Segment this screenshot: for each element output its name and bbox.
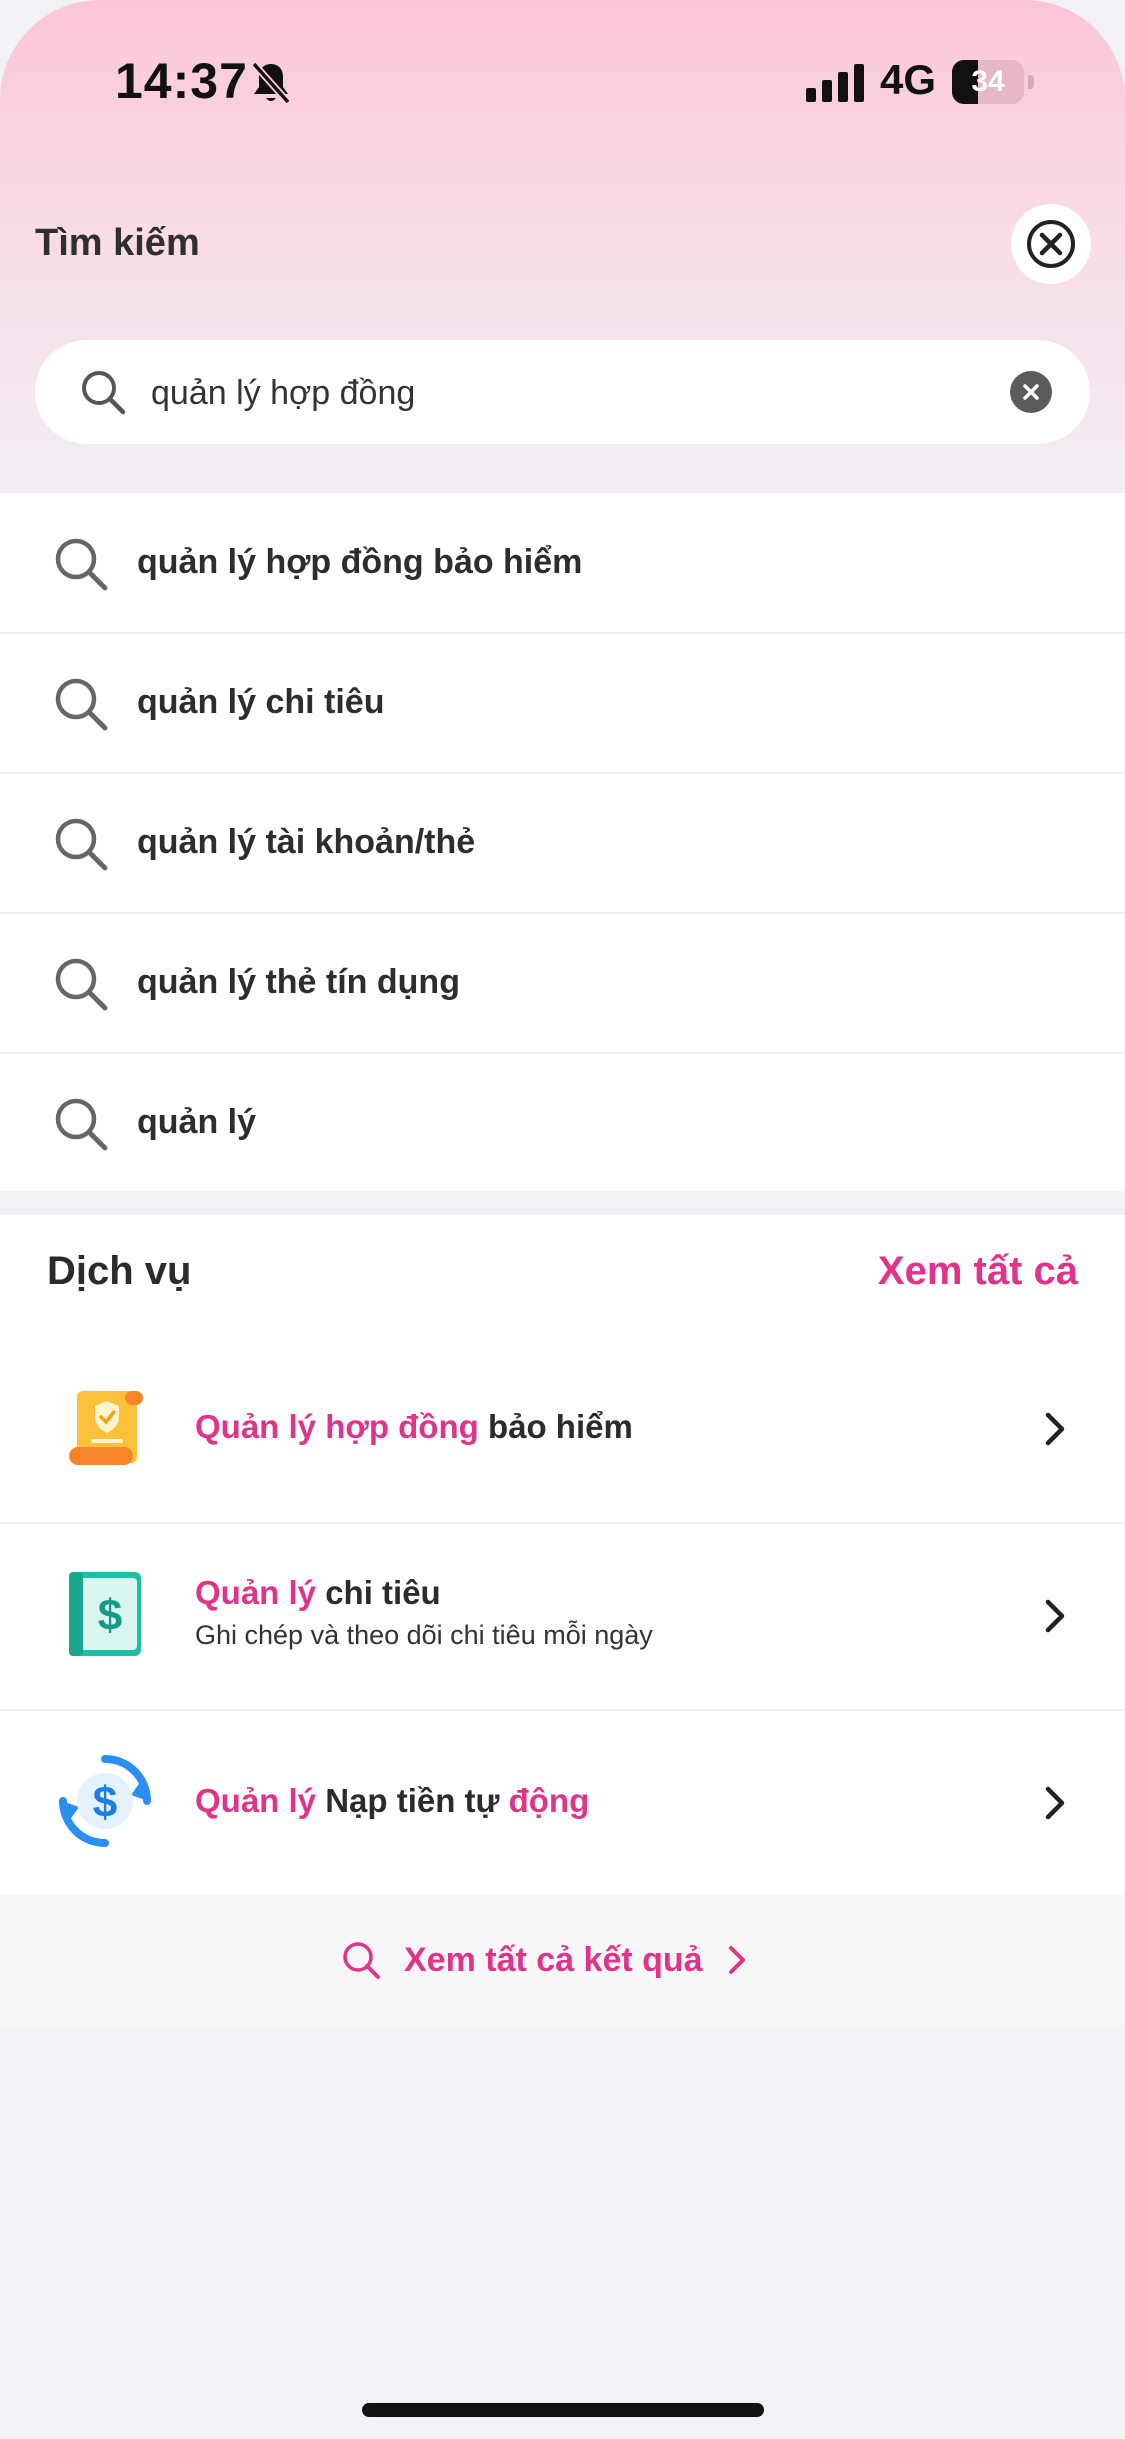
screen: 14:37 4G 34 Tìm kiếm quản lý hợp đồng qu… (0, 0, 1125, 2439)
close-circle-icon (1027, 220, 1075, 268)
service-title-highlight-2: động (508, 1782, 590, 1819)
search-icon (55, 1098, 108, 1151)
service-item-auto-topup[interactable]: $ Quản lý Nạp tiền tự động (0, 1711, 1125, 1896)
svg-text:$: $ (98, 1591, 122, 1640)
search-icon (55, 538, 108, 591)
page-title: Tìm kiếm (35, 222, 200, 264)
chevron-right-icon (728, 1946, 745, 1974)
see-all-results-button[interactable]: Xem tất cả kết quả (340, 1935, 749, 1985)
service-title-rest: chi tiêu (316, 1574, 441, 1611)
service-title: Quản lý hợp đồng bảo hiểm (195, 1408, 633, 1446)
insurance-scroll-icon (69, 1391, 143, 1465)
service-title-rest: bảo hiểm (478, 1408, 633, 1445)
suggestion-label: quản lý tài khoản/thẻ (137, 823, 476, 861)
search-icon (55, 818, 108, 871)
service-title-highlight: Quản lý hợp đồng (195, 1408, 479, 1445)
expense-book-icon: $ (69, 1572, 141, 1656)
network-type: 4G (880, 56, 937, 103)
services-section: Dịch vụ Xem tất cả Quản lý hợp đồng bảo … (0, 1215, 1125, 1895)
chevron-right-icon (1045, 1786, 1065, 1820)
auto-topup-icon: $ (59, 1755, 151, 1847)
suggestion-label: quản lý hợp đồng bảo hiểm (137, 543, 583, 581)
signal-icon (806, 64, 864, 102)
service-title-rest: Nạp tiền tự (316, 1782, 509, 1819)
suggestion-label: quản lý chi tiêu (137, 683, 385, 721)
clear-icon (1023, 384, 1039, 400)
suggestion-label: quản lý thẻ tín dụng (137, 963, 460, 1001)
search-input[interactable] (149, 362, 1013, 424)
search-icon (82, 371, 126, 415)
service-item-expense[interactable]: $ Quản lý chi tiêu Ghi chép và theo dõi … (0, 1524, 1125, 1711)
service-item-insurance[interactable]: Quản lý hợp đồng bảo hiểm (0, 1337, 1125, 1524)
search-icon (55, 958, 108, 1011)
status-time: 14:37 (115, 53, 248, 109)
chevron-right-icon (1045, 1412, 1065, 1446)
svg-text:$: $ (93, 1778, 117, 1827)
see-all-results-label: Xem tất cả kết quả (404, 1940, 703, 1979)
close-button[interactable] (1011, 204, 1091, 284)
battery-icon: 34 (952, 60, 1034, 104)
suggestion-item[interactable]: quản lý hợp đồng bảo hiểm (0, 493, 1125, 634)
service-title: Quản lý Nạp tiền tự động (195, 1782, 589, 1820)
suggestion-item[interactable]: quản lý thẻ tín dụng (0, 913, 1125, 1054)
bell-slash-icon (251, 61, 291, 105)
see-all-results-bar: Xem tất cả kết quả (0, 1895, 1125, 2025)
clear-search-button[interactable] (1010, 371, 1052, 413)
service-title-highlight: Quản lý (195, 1782, 317, 1819)
see-all-services-link[interactable]: Xem tất cả (878, 1249, 1078, 1294)
suggestion-item[interactable]: quản lý (0, 1053, 1125, 1192)
service-subtitle: Ghi chép và theo dõi chi tiêu mỗi ngày (195, 1620, 653, 1650)
search-icon (55, 678, 108, 731)
chevron-right-icon (1045, 1599, 1065, 1633)
suggestion-label: quản lý (137, 1103, 257, 1141)
home-indicator[interactable] (362, 2403, 764, 2417)
suggestion-item[interactable]: quản lý tài khoản/thẻ (0, 773, 1125, 914)
service-title: Quản lý chi tiêu (195, 1574, 441, 1612)
suggestion-list: quản lý hợp đồng bảo hiểm quản lý chi ti… (0, 493, 1125, 1191)
service-title-highlight: Quản lý (195, 1574, 317, 1611)
search-icon (343, 1942, 380, 1979)
suggestion-item[interactable]: quản lý chi tiêu (0, 633, 1125, 774)
search-bar (35, 340, 1090, 444)
services-heading: Dịch vụ (47, 1249, 192, 1293)
battery-level: 34 (971, 65, 1005, 98)
